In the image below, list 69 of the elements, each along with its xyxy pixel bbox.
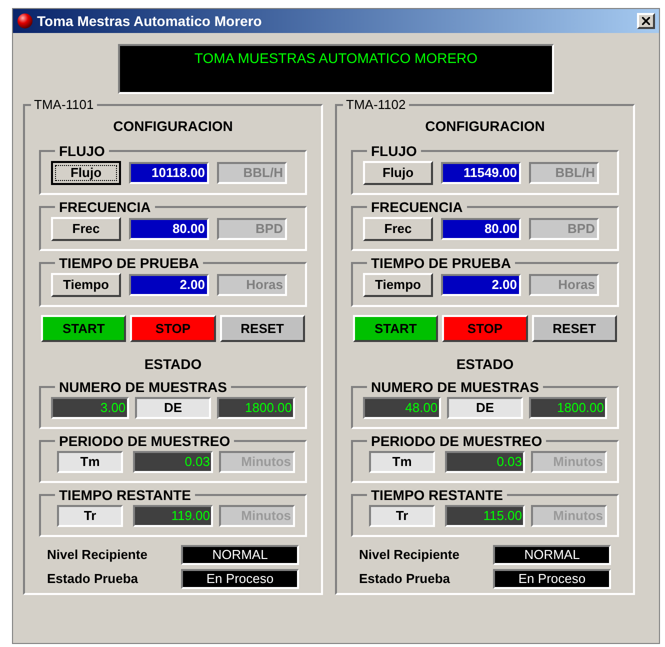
unit-label: BBL/H — [217, 162, 287, 184]
section-heading: CONFIGURACION — [112, 117, 234, 136]
close-button[interactable] — [637, 13, 655, 29]
indicator-label: Nivel Recipiente — [47, 546, 148, 564]
action-button[interactable]: START — [41, 315, 126, 342]
value-field[interactable]: 10118.00 — [129, 162, 209, 184]
unit-label: BPD — [529, 218, 599, 240]
value-field[interactable]: 2.00 — [129, 274, 209, 296]
group-title: FLUJO — [370, 143, 418, 159]
reading-display: 48.00 — [363, 397, 441, 419]
set-button[interactable]: Flujo — [51, 161, 121, 185]
unit-label: BBL/H — [529, 162, 599, 184]
display-label: DE — [134, 397, 212, 419]
action-button[interactable]: START — [353, 315, 438, 342]
section-heading: ESTADO — [143, 355, 203, 374]
group-title: PERIODO DE MUESTREO — [370, 433, 544, 449]
value-field[interactable]: 80.00 — [441, 218, 521, 240]
status-display: NORMAL — [181, 545, 299, 565]
group-title: TIEMPO DE PRUEBA — [370, 255, 512, 271]
display-label: DE — [446, 397, 524, 419]
panel-title: TMA-1102 — [345, 98, 407, 112]
section-heading: CONFIGURACION — [424, 117, 546, 136]
indicator-label: Nivel Recipiente — [359, 546, 460, 564]
set-button[interactable]: Frec — [51, 217, 121, 241]
set-button[interactable]: Frec — [363, 217, 433, 241]
banner-display: TOMA MUESTRAS AUTOMATICO MORERO — [118, 44, 554, 94]
group-title: TIEMPO RESTANTE — [58, 487, 192, 503]
reading-display: 1800.00 — [529, 397, 608, 419]
unit-label: BPD — [217, 218, 287, 240]
close-icon — [642, 17, 650, 25]
set-button[interactable]: Flujo — [363, 161, 433, 185]
indicator-label: Estado Prueba — [359, 570, 450, 588]
reading-display: 1800.00 — [217, 397, 296, 419]
unit-label: Horas — [217, 274, 287, 296]
value-field[interactable]: 2.00 — [441, 274, 521, 296]
action-button[interactable]: STOP — [442, 315, 528, 342]
group-title: FRECUENCIA — [58, 199, 152, 215]
unit-label: Horas — [529, 274, 599, 296]
indicator-label: Estado Prueba — [47, 570, 138, 588]
action-button[interactable]: STOP — [130, 315, 216, 342]
display-label: Tm — [369, 451, 435, 473]
window-title: Toma Mestras Automatico Morero — [37, 12, 263, 30]
group-title: FLUJO — [58, 143, 106, 159]
value-field[interactable]: 80.00 — [129, 218, 209, 240]
reading-display: 119.00 — [133, 505, 213, 527]
reading-display: 0.03 — [133, 451, 213, 473]
status-display: En Proceso — [181, 569, 299, 589]
group-title: PERIODO DE MUESTREO — [58, 433, 232, 449]
set-button[interactable]: Tiempo — [51, 273, 121, 297]
group-title: TIEMPO DE PRUEBA — [58, 255, 200, 271]
action-button[interactable]: RESET — [532, 315, 617, 342]
set-button[interactable]: Tiempo — [363, 273, 433, 297]
group-title: NUMERO DE MUESTRAS — [370, 379, 540, 395]
app-icon — [17, 13, 33, 29]
status-display: En Proceso — [493, 569, 611, 589]
display-label: Tr — [369, 505, 435, 527]
status-display: NORMAL — [493, 545, 611, 565]
group-title: TIEMPO RESTANTE — [370, 487, 504, 503]
reading-display: 3.00 — [51, 397, 129, 419]
action-button[interactable]: RESET — [220, 315, 305, 342]
section-heading: ESTADO — [455, 355, 515, 374]
reading-display: 0.03 — [445, 451, 525, 473]
group-title: FRECUENCIA — [370, 199, 464, 215]
reading-display: 115.00 — [445, 505, 525, 527]
display-label: Tm — [57, 451, 123, 473]
value-field[interactable]: 11549.00 — [441, 162, 521, 184]
display-label: Tr — [57, 505, 123, 527]
group-title: NUMERO DE MUESTRAS — [58, 379, 228, 395]
panel-title: TMA-1101 — [33, 98, 95, 112]
